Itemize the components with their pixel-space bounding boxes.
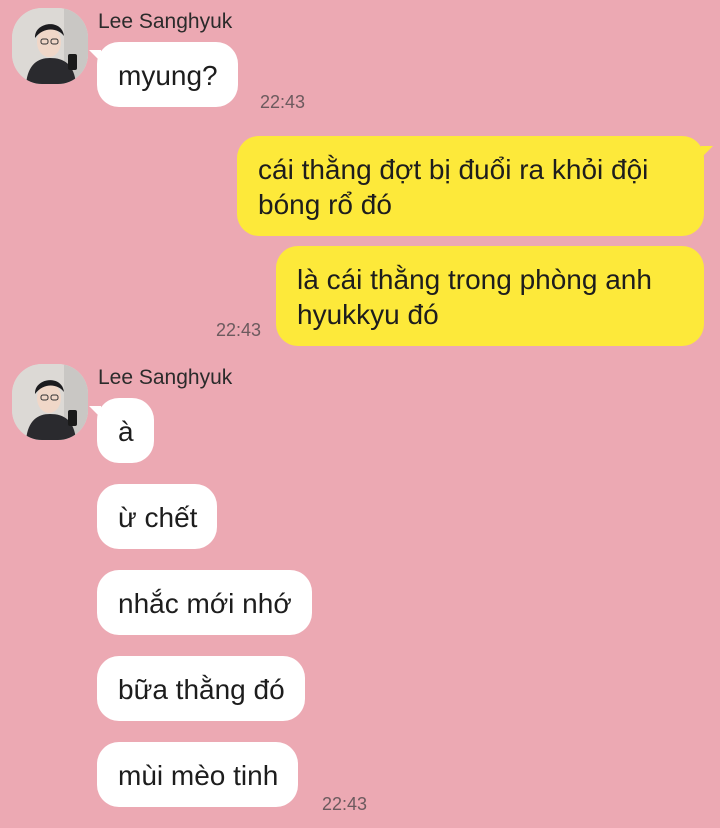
message-bubble[interactable]: bữa thằng đó (97, 656, 305, 721)
message-timestamp: 22:43 (322, 794, 368, 814)
message-bubble[interactable]: à (89, 398, 154, 463)
message-bubble[interactable]: ừ chết (97, 484, 218, 549)
message-timestamp: 22:43 (216, 320, 262, 340)
message-timestamp: 22:43 (260, 92, 306, 112)
message-bubble-outgoing[interactable]: là cái thằng trong phòng anh hyukkyu đó (276, 246, 704, 346)
message-bubble[interactable]: myung? (89, 42, 238, 107)
sender-name: Lee Sanghyuk (98, 366, 233, 389)
message-bubble-outgoing[interactable]: cái thằng đợt bị đuổi ra khỏi đội bóng r… (237, 136, 713, 236)
message-bubble[interactable]: nhắc mới nhớ (97, 570, 312, 635)
sender-avatar[interactable] (12, 364, 88, 440)
sender-avatar[interactable] (12, 8, 88, 84)
sender-name: Lee Sanghyuk (98, 10, 233, 33)
message-bubble[interactable]: mùi mèo tinh (97, 742, 299, 807)
